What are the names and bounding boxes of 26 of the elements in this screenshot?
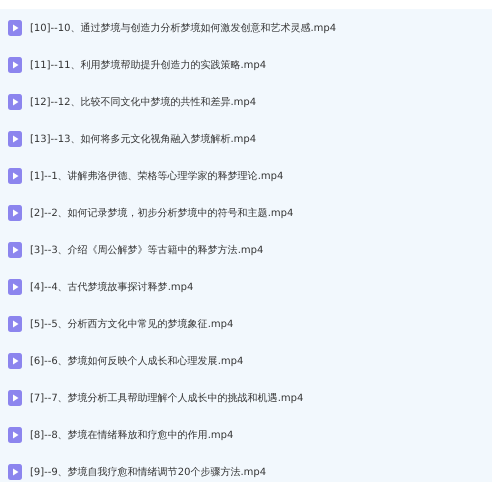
video-file-icon (8, 168, 22, 184)
video-file-icon (8, 278, 22, 294)
file-name[interactable]: [5]--5、分析西方文化中常见的梦境象征.mp4 (30, 316, 234, 330)
file-name[interactable]: [3]--3、介绍《周公解梦》等古籍中的释梦方法.mp4 (30, 242, 264, 256)
file-name[interactable]: [13]--13、如何将多元文化视角融入梦境解析.mp4 (30, 132, 256, 146)
file-name[interactable]: [1]--1、讲解弗洛伊德、荣格等心理学家的释梦理论.mp4 (30, 168, 284, 182)
file-name[interactable]: [2]--2、如何记录梦境，初步分析梦境中的符号和主题.mp4 (30, 206, 294, 220)
video-file-icon (8, 242, 22, 258)
video-file-icon (8, 130, 22, 146)
video-file-icon (8, 426, 22, 442)
video-file-icon (8, 316, 22, 332)
file-name[interactable]: [9]--9、梦境自我疗愈和情绪调节20个步骤方法.mp4 (30, 464, 266, 478)
file-name[interactable]: [12]--12、比较不同文化中梦境的共性和差异.mp4 (30, 94, 256, 108)
file-name[interactable]: [4]--4、古代梦境故事探讨释梦.mp4 (30, 280, 194, 294)
file-name[interactable]: [8]--8、梦境在情绪释放和疗愈中的作用.mp4 (30, 428, 234, 442)
video-file-icon (8, 390, 22, 406)
video-file-icon (8, 204, 22, 220)
video-file-icon (8, 94, 22, 110)
video-file-icon (8, 56, 22, 72)
video-file-icon (8, 20, 22, 36)
file-name[interactable]: [6]--6、梦境如何反映个人成长和心理发展.mp4 (30, 354, 244, 368)
video-file-icon (8, 352, 22, 368)
file-name[interactable]: [11]--11、利用梦境帮助提升创造力的实践策略.mp4 (30, 58, 266, 72)
file-name[interactable]: [10]--10、通过梦境与创造力分析梦境如何激发创意和艺术灵感.mp4 (30, 20, 336, 34)
file-name[interactable]: [7]--7、梦境分析工具帮助理解个人成长中的挑战和机遇.mp4 (30, 390, 304, 404)
video-file-icon (8, 464, 22, 480)
